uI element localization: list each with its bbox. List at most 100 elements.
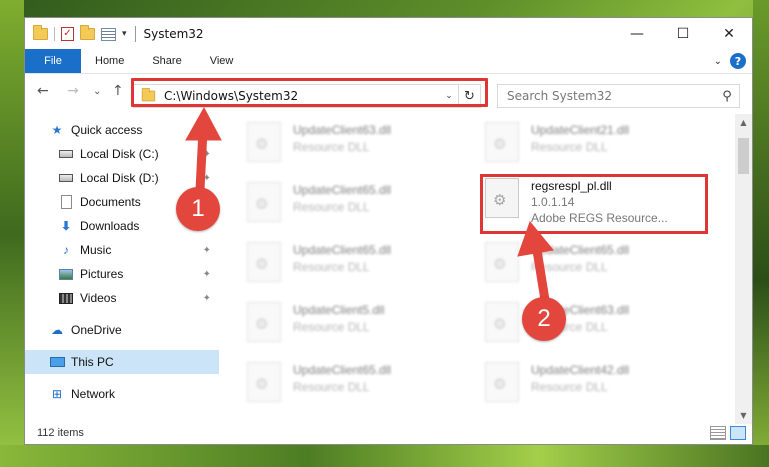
sidebar-item-label: Documents bbox=[80, 195, 141, 209]
list-item[interactable]: UpdateClient65.dll Resource DLL bbox=[247, 362, 457, 412]
sidebar-item-this-pc[interactable]: This PC bbox=[25, 350, 219, 374]
dll-file-icon bbox=[485, 362, 519, 402]
file-name: UpdateClient5.dll bbox=[293, 303, 385, 317]
sidebar-item-onedrive[interactable]: ☁ OneDrive bbox=[25, 318, 219, 342]
sidebar-item-quick-access[interactable]: ★ Quick access bbox=[25, 118, 219, 142]
dll-file-icon bbox=[485, 302, 519, 342]
sidebar-item-music[interactable]: ♪ Music ✦ bbox=[25, 238, 219, 262]
item-count: 112 items bbox=[37, 427, 84, 439]
file-name: UpdateClient21.dll bbox=[531, 123, 630, 137]
maximize-button[interactable]: ☐ bbox=[660, 18, 706, 49]
minimize-button[interactable]: — bbox=[614, 18, 660, 49]
properties-check-icon[interactable]: ✓ bbox=[61, 27, 74, 41]
title-bar: ✓ ▾ System32 — ☐ ✕ bbox=[25, 18, 752, 49]
drive-icon bbox=[58, 171, 74, 185]
list-item[interactable]: UpdateClient65.dll Resource DLL bbox=[485, 242, 695, 292]
new-folder-icon[interactable] bbox=[80, 25, 95, 40]
star-icon: ★ bbox=[51, 123, 63, 137]
pin-icon[interactable]: ✦ bbox=[203, 173, 211, 184]
sidebar-item-videos[interactable]: Videos ✦ bbox=[25, 286, 219, 310]
pin-icon[interactable]: ✦ bbox=[203, 269, 211, 280]
file-type: Resource DLL bbox=[531, 260, 608, 274]
details-view-icon[interactable] bbox=[710, 426, 726, 440]
tab-home[interactable]: Home bbox=[81, 49, 138, 73]
desktop-background-left bbox=[0, 0, 24, 467]
sidebar-item-pictures[interactable]: Pictures ✦ bbox=[25, 262, 219, 286]
cloud-icon: ☁ bbox=[51, 323, 63, 337]
sidebar-item-label: Videos bbox=[80, 291, 117, 305]
list-item[interactable]: UpdateClient63.dllResource DLL bbox=[485, 302, 695, 352]
navigation-pane: ★ Quick access Local Disk (C:) ✦ Local D… bbox=[25, 114, 219, 424]
help-icon[interactable]: ? bbox=[730, 53, 746, 69]
window-controls: — ☐ ✕ bbox=[614, 18, 752, 49]
sidebar-item-network[interactable]: ⊞ Network bbox=[25, 382, 219, 406]
file-name: UpdateClient65.dll bbox=[531, 243, 630, 257]
pin-icon[interactable]: ✦ bbox=[203, 149, 211, 160]
properties-list-icon[interactable] bbox=[101, 27, 116, 41]
list-item[interactable]: UpdateClient65.dll Resource DLL bbox=[247, 182, 457, 232]
dll-file-icon bbox=[485, 178, 519, 218]
recent-locations-button[interactable]: ⌄ bbox=[93, 86, 101, 97]
file-name: UpdateClient65.dll bbox=[293, 363, 392, 377]
ribbon-right-controls: ⌄ ? bbox=[714, 53, 746, 69]
drive-icon bbox=[58, 147, 74, 161]
network-icon: ⊞ bbox=[51, 387, 63, 401]
tab-file[interactable]: File bbox=[25, 49, 81, 73]
large-icons-view-icon[interactable] bbox=[730, 426, 746, 440]
ribbon-tabs: File Home Share View ⌄ ? bbox=[25, 49, 752, 74]
address-bar[interactable]: C:\Windows\System32 ⌄ ↻ bbox=[133, 84, 481, 108]
file-type: Resource DLL bbox=[531, 380, 608, 394]
step-2-badge: 2 bbox=[522, 297, 566, 341]
search-box[interactable]: Search System32 ⚲ bbox=[497, 84, 740, 108]
search-icon[interactable]: ⚲ bbox=[715, 89, 739, 104]
pin-icon[interactable]: ✦ bbox=[203, 293, 211, 304]
address-dropdown-icon[interactable]: ⌄ bbox=[440, 91, 458, 101]
list-item[interactable]: UpdateClient65.dll Resource DLL bbox=[247, 242, 457, 292]
tab-view[interactable]: View bbox=[196, 49, 248, 73]
sidebar-item-label: Quick access bbox=[71, 123, 143, 137]
sidebar-item-label: Local Disk (C:) bbox=[80, 147, 159, 161]
sidebar-item-local-disk-d[interactable]: Local Disk (D:) ✦ bbox=[25, 166, 219, 190]
list-item-regsrespl-pl-dll[interactable]: regsrespl_pl.dll 1.0.1.14 Adobe REGS Res… bbox=[485, 178, 695, 228]
pin-icon[interactable]: ✦ bbox=[203, 245, 211, 256]
navigation-bar: ← → ⌄ ↑ C:\Windows\System32 ⌄ ↻ Search S… bbox=[25, 74, 752, 112]
scroll-up-icon[interactable]: ▲ bbox=[735, 114, 752, 131]
vertical-scrollbar[interactable]: ▲ ▼ bbox=[735, 114, 752, 424]
address-path[interactable]: C:\Windows\System32 bbox=[164, 89, 440, 103]
scrollbar-thumb[interactable] bbox=[738, 138, 749, 174]
list-item[interactable]: UpdateClient42.dll Resource DLL bbox=[485, 362, 695, 412]
dll-file-icon bbox=[247, 242, 281, 282]
status-bar: 112 items bbox=[25, 422, 752, 444]
step-1-badge: 1 bbox=[176, 187, 220, 231]
desktop-background-right bbox=[753, 0, 769, 467]
refresh-button[interactable]: ↻ bbox=[458, 85, 480, 107]
file-explorer-window: ✓ ▾ System32 — ☐ ✕ File Home Share View … bbox=[24, 17, 753, 445]
view-toggle bbox=[710, 426, 746, 440]
up-button[interactable]: ↑ bbox=[112, 83, 124, 99]
expand-ribbon-icon[interactable]: ⌄ bbox=[714, 56, 722, 67]
search-input[interactable]: Search System32 bbox=[507, 89, 715, 103]
toolbar-separator bbox=[54, 27, 55, 41]
window-title: System32 bbox=[143, 27, 204, 41]
forward-button[interactable]: → bbox=[67, 83, 79, 99]
documents-icon bbox=[58, 195, 74, 209]
sidebar-item-local-disk-c[interactable]: Local Disk (C:) ✦ bbox=[25, 142, 219, 166]
dll-file-icon bbox=[485, 122, 519, 162]
back-button[interactable]: ← bbox=[37, 83, 49, 99]
close-button[interactable]: ✕ bbox=[706, 18, 752, 49]
list-item[interactable]: UpdateClient5.dll Resource DLL bbox=[247, 302, 457, 352]
file-type: Adobe REGS Resource... bbox=[531, 211, 668, 225]
dll-file-icon bbox=[485, 242, 519, 282]
sidebar-item-label: Downloads bbox=[80, 219, 140, 233]
list-item[interactable]: UpdateClient21.dll Resource DLL bbox=[485, 122, 695, 172]
file-name: regsrespl_pl.dll bbox=[531, 179, 612, 193]
sidebar-item-label: Music bbox=[80, 243, 112, 257]
folder-icon bbox=[33, 25, 48, 40]
tab-share[interactable]: Share bbox=[138, 49, 195, 73]
quick-access-toolbar: ✓ ▾ System32 bbox=[33, 25, 204, 42]
computer-icon bbox=[49, 355, 65, 369]
list-item[interactable]: UpdateClient63.dllResource DLL bbox=[247, 122, 457, 172]
qat-customize-arrow-icon[interactable]: ▾ bbox=[122, 29, 127, 39]
music-icon: ♪ bbox=[63, 243, 69, 257]
videos-icon bbox=[58, 291, 74, 305]
